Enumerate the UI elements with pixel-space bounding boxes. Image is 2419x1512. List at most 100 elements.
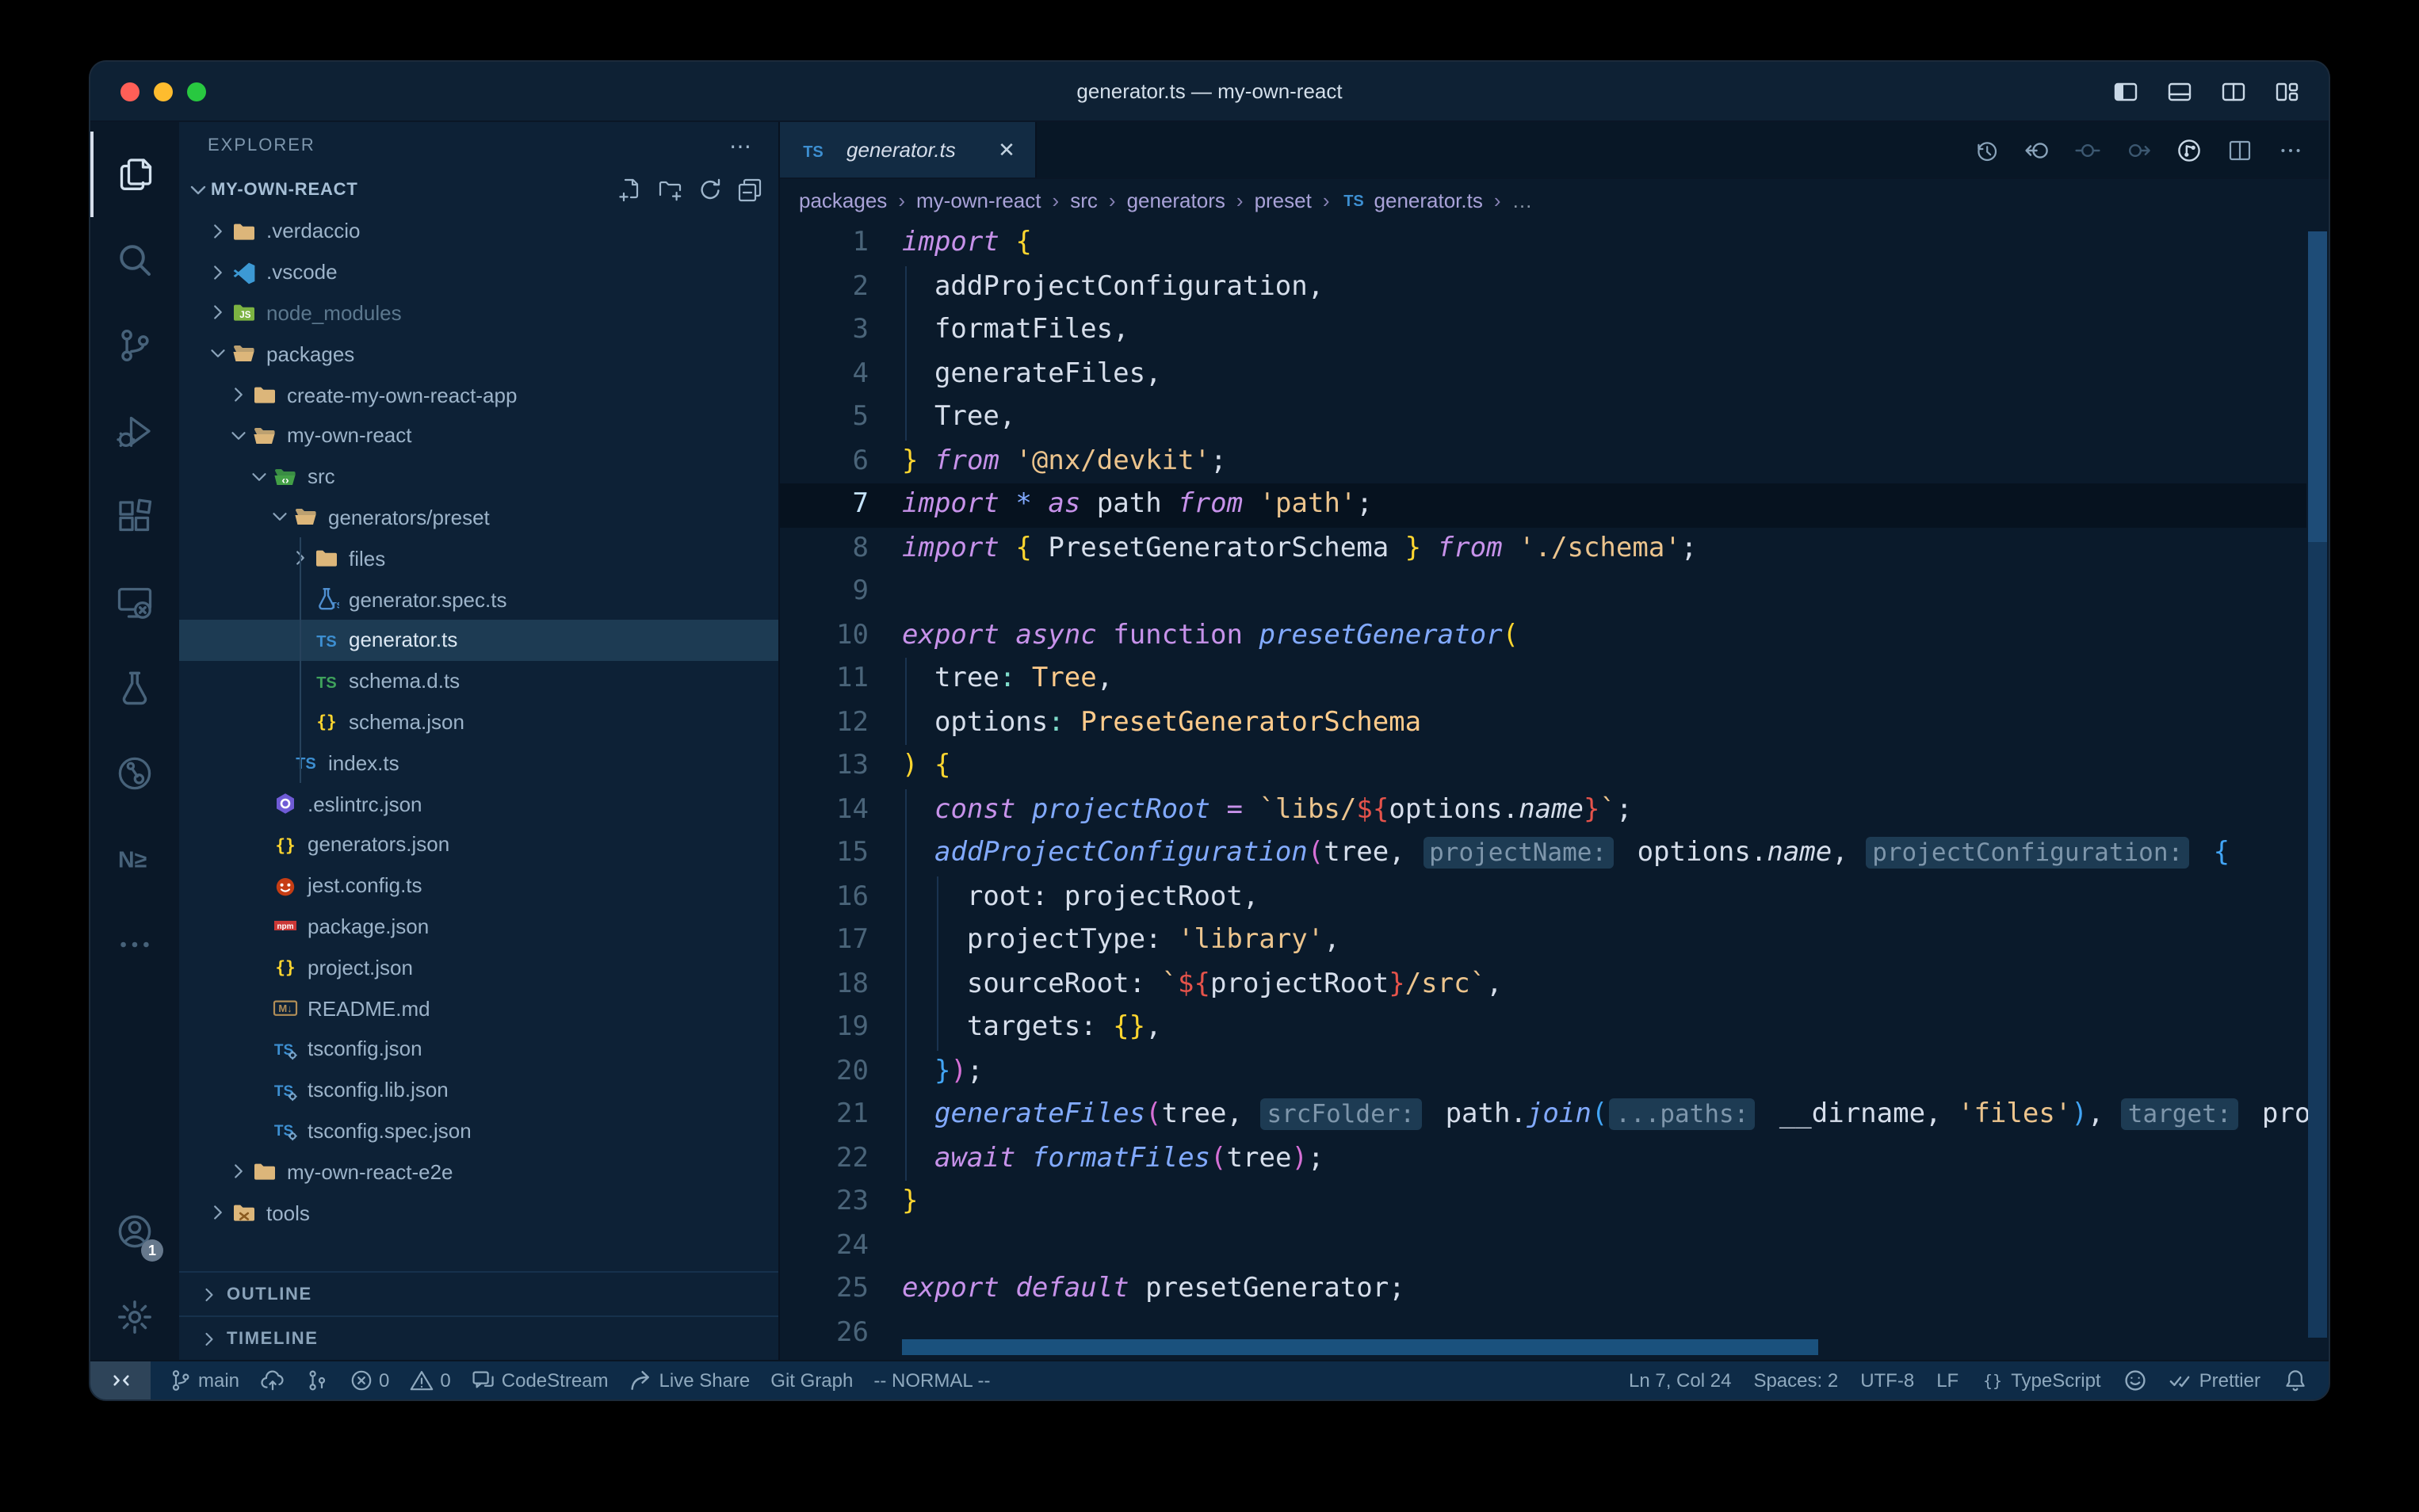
tree-item-tsconfig-spec-json[interactable]: TStsconfig.spec.json xyxy=(179,1110,778,1151)
breadcrumb-item-generators[interactable]: generators xyxy=(1127,188,1225,212)
new-folder-button[interactable] xyxy=(658,178,683,203)
language-mode[interactable]: {}TypeScript xyxy=(1981,1369,2100,1392)
code-line-17[interactable]: 17 projectType: 'library', xyxy=(780,919,2306,963)
live-share-button[interactable]: Live Share xyxy=(629,1369,751,1392)
activity-additional-views[interactable] xyxy=(90,902,179,987)
code-line-19[interactable]: 19 targets: {}, xyxy=(780,1006,2306,1050)
code-line-8[interactable]: 8import { PresetGeneratorSchema } from '… xyxy=(780,527,2306,571)
tab-generator-ts[interactable]: TS generator.ts ✕ xyxy=(780,122,1037,178)
tree-item-generator-ts[interactable]: TSgenerator.ts xyxy=(179,620,778,661)
warnings-count[interactable]: 0 xyxy=(410,1369,450,1392)
tree-item-package-json[interactable]: npmpackage.json xyxy=(179,906,778,947)
code-line-6[interactable]: 6} from '@nx/devkit'; xyxy=(780,440,2306,483)
indentation[interactable]: Spaces: 2 xyxy=(1753,1369,1838,1392)
code-line-13[interactable]: 13) { xyxy=(780,745,2306,788)
toggle-panel-button-icon[interactable] xyxy=(2165,78,2192,105)
activity-testing[interactable] xyxy=(90,645,179,731)
new-file-button[interactable] xyxy=(618,178,644,203)
activity-accounts[interactable]: 1 xyxy=(90,1189,179,1274)
tree-item-my-own-react[interactable]: my-own-react xyxy=(179,415,778,456)
tree-item-packages[interactable]: packages xyxy=(179,334,778,375)
tree-item-tools[interactable]: tools xyxy=(179,1192,778,1233)
customize-layout-button-icon[interactable] xyxy=(2273,78,2300,105)
minimize-button[interactable] xyxy=(154,82,173,101)
code-line-20[interactable]: 20 }); xyxy=(780,1050,2306,1094)
tree-item-tsconfig-json[interactable]: TStsconfig.json xyxy=(179,1029,778,1070)
cursor-position[interactable]: Ln 7, Col 24 xyxy=(1629,1369,1731,1392)
tree-item-schema-d-ts[interactable]: TSschema.d.ts xyxy=(179,661,778,702)
feedback-smiley-button[interactable] xyxy=(2123,1369,2147,1392)
code-line-16[interactable]: 16 root: projectRoot, xyxy=(780,876,2306,919)
tree-item-readme-md[interactable]: M↓README.md xyxy=(179,987,778,1029)
code-line-12[interactable]: 12 options: PresetGeneratorSchema xyxy=(780,701,2306,745)
vim-mode-indicator[interactable]: -- NORMAL -- xyxy=(873,1369,990,1392)
code-line-9[interactable]: 9 xyxy=(780,571,2306,614)
git-graph-button[interactable]: Git Graph xyxy=(770,1369,853,1392)
tree-item-my-own-react-e2e[interactable]: my-own-react-e2e xyxy=(179,1151,778,1193)
breadcrumb-item-src[interactable]: src xyxy=(1070,188,1098,212)
tree-item--verdaccio[interactable]: .verdaccio xyxy=(179,211,778,252)
tree-item-generators-json[interactable]: {}generators.json xyxy=(179,824,778,865)
split-editor-button-icon[interactable] xyxy=(2226,136,2253,163)
activity-run-and-debug[interactable] xyxy=(90,388,179,474)
tree-item--vscode[interactable]: .vscode xyxy=(179,252,778,293)
tree-item-generators-preset[interactable]: generators/preset xyxy=(179,497,778,538)
code-line-11[interactable]: 11 tree: Tree, xyxy=(780,658,2306,701)
tree-item-jest-config-ts[interactable]: jest.config.ts xyxy=(179,865,778,907)
activity-settings[interactable] xyxy=(90,1274,179,1360)
navigate-forward-button-icon[interactable] xyxy=(2124,136,2151,163)
eol-indicator[interactable]: LF xyxy=(1936,1369,1959,1392)
code-line-10[interactable]: 10export async function presetGenerator( xyxy=(780,614,2306,658)
prettier-formatter[interactable]: Prettier xyxy=(2169,1369,2260,1392)
code-line-25[interactable]: 25export default presetGenerator; xyxy=(780,1268,2306,1312)
activity-extensions[interactable] xyxy=(90,474,179,559)
vertical-scrollbar[interactable] xyxy=(2306,220,2329,1360)
commit-graph-button[interactable] xyxy=(304,1369,328,1392)
activity-nx-console[interactable]: N≥ xyxy=(90,816,179,902)
notifications-bell[interactable] xyxy=(2283,1369,2306,1392)
breadcrumb-item-packages[interactable]: packages xyxy=(799,188,887,212)
explorer-more-icon[interactable]: ⋯ xyxy=(729,132,753,159)
code-line-14[interactable]: 14 const projectRoot = `libs/${options.n… xyxy=(780,788,2306,832)
activity-explorer[interactable] xyxy=(90,132,179,217)
codestream-button[interactable]: CodeStream xyxy=(472,1369,609,1392)
errors-count[interactable]: 0 xyxy=(349,1369,389,1392)
tree-item-schema-json[interactable]: {}schema.json xyxy=(179,701,778,743)
timeline-section[interactable]: TIMELINE xyxy=(179,1315,778,1360)
git-branch-status[interactable]: main xyxy=(168,1369,239,1392)
code-line-24[interactable]: 24 xyxy=(780,1224,2306,1268)
tree-item-index-ts[interactable]: TSindex.ts xyxy=(179,743,778,784)
toggle-secondary-sidebar-button-icon[interactable] xyxy=(2219,78,2246,105)
breadcrumb-item--[interactable]: … xyxy=(1512,188,1533,212)
tree-item-node-modules[interactable]: JSnode_modules xyxy=(179,292,778,334)
tab-close-icon[interactable]: ✕ xyxy=(994,137,1019,162)
remote-indicator[interactable] xyxy=(90,1361,151,1399)
breadcrumb-item-preset[interactable]: preset xyxy=(1255,188,1312,212)
project-section-header[interactable]: MY-OWN-REACT xyxy=(179,170,778,211)
tree-item-src[interactable]: ‹›src xyxy=(179,456,778,498)
breadcrumb-item-generator-ts[interactable]: TSgenerator.ts xyxy=(1341,187,1483,212)
tree-item-project-json[interactable]: {}project.json xyxy=(179,947,778,988)
code-line-15[interactable]: 15 addProjectConfiguration(tree, project… xyxy=(780,832,2306,876)
timeline-history-button-icon[interactable] xyxy=(1972,136,1999,163)
code-line-18[interactable]: 18 sourceRoot: `${projectRoot}/src`, xyxy=(780,963,2306,1006)
tree-item-create-my-own-react-app[interactable]: create-my-own-react-app xyxy=(179,374,778,415)
close-button[interactable] xyxy=(120,82,139,101)
toggle-primary-sidebar-button-icon[interactable] xyxy=(2111,78,2138,105)
code-line-1[interactable]: 1import { xyxy=(780,222,2306,265)
collapse-folders-button[interactable] xyxy=(737,178,762,203)
tree-item-tsconfig-lib-json[interactable]: TStsconfig.lib.json xyxy=(179,1069,778,1110)
breadcrumb-item-my-own-react[interactable]: my-own-react xyxy=(916,188,1041,212)
git-graph-view-button-icon[interactable] xyxy=(2175,136,2202,163)
code-line-23[interactable]: 23} xyxy=(780,1181,2306,1224)
publish-changes-button[interactable] xyxy=(260,1369,284,1392)
navigate-back-button-icon[interactable] xyxy=(2023,136,2050,163)
refresh-explorer-button[interactable] xyxy=(697,178,723,203)
outline-section[interactable]: OUTLINE xyxy=(179,1271,778,1315)
activity-remote-explorer[interactable] xyxy=(90,559,179,645)
navigate-dash-button-icon[interactable] xyxy=(2073,136,2100,163)
code-line-5[interactable]: 5 Tree, xyxy=(780,396,2306,440)
code-line-21[interactable]: 21 generateFiles(tree, srcFolder: path.j… xyxy=(780,1094,2306,1137)
code-editor[interactable]: 1import {2 addProjectConfiguration,3 for… xyxy=(780,220,2329,1360)
tree-item-files[interactable]: files xyxy=(179,538,778,579)
